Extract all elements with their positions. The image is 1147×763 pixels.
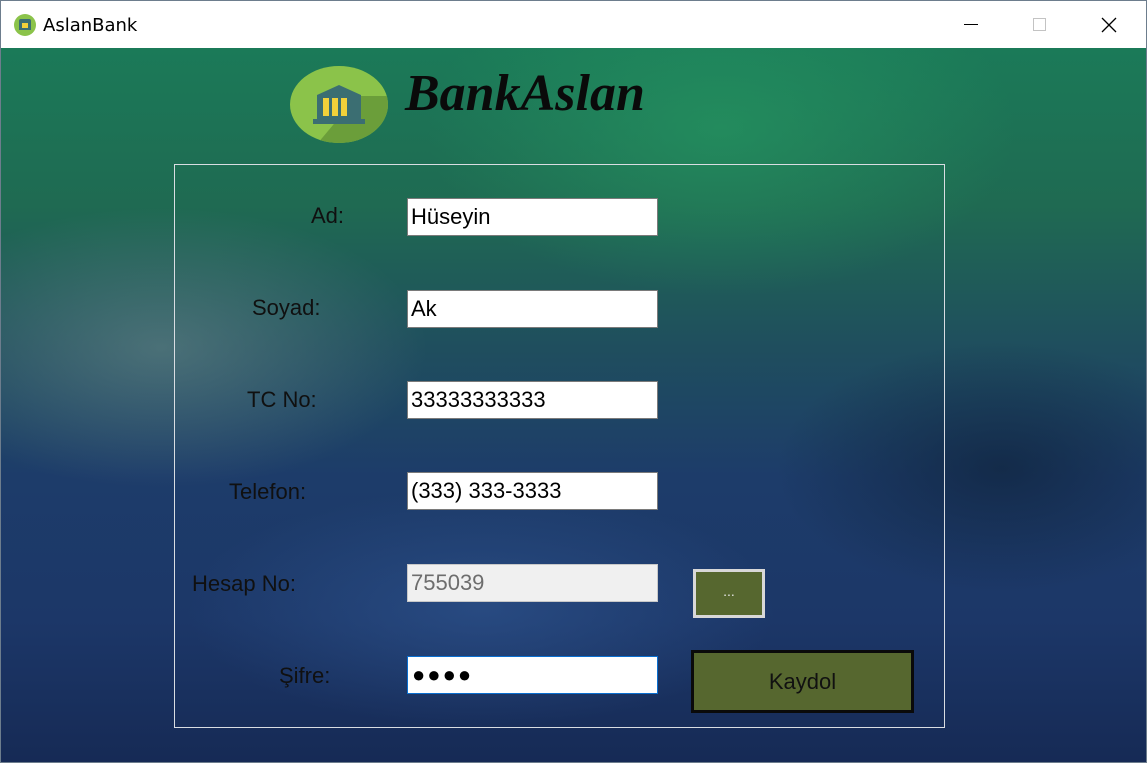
telefon-input[interactable]: (333) 333-3333 <box>407 472 658 510</box>
maximize-icon <box>1032 18 1046 31</box>
ad-input[interactable]: Hüseyin <box>407 198 658 236</box>
title-bar[interactable]: AslanBank <box>1 1 1146 48</box>
registration-group-box <box>174 164 945 728</box>
hesap-no-label: Hesap No: <box>192 571 296 596</box>
bank-logo-icon <box>290 66 388 143</box>
soyad-input[interactable]: Ak <box>407 290 658 328</box>
close-icon <box>1101 17 1117 32</box>
tc-no-input[interactable]: 33333333333 <box>407 381 658 419</box>
sifre-label: Şifre: <box>279 663 331 688</box>
app-window: AslanBank BankAslan Ad: Hüseyin Soyad: A… <box>0 0 1147 763</box>
minimize-icon <box>964 24 978 25</box>
close-button[interactable] <box>1075 1 1143 48</box>
window-title: AslanBank <box>43 15 138 36</box>
sifre-input[interactable]: ●●●● <box>407 656 658 694</box>
register-button[interactable]: Kaydol <box>691 650 914 713</box>
minimize-button[interactable] <box>937 1 1005 48</box>
ad-label: Ad: <box>311 203 345 228</box>
bank-app-icon <box>14 14 36 36</box>
maximize-button[interactable] <box>1005 1 1073 48</box>
tc-no-label: TC No: <box>247 387 317 412</box>
form-area: BankAslan Ad: Hüseyin Soyad: Ak TC No: 3… <box>1 48 1146 762</box>
brand-title: BankAslan <box>405 65 645 122</box>
hesap-no-input: 755039 <box>407 564 658 602</box>
telefon-label: Telefon: <box>229 479 307 504</box>
generate-account-button[interactable]: ... <box>693 569 765 618</box>
soyad-label: Soyad: <box>252 295 321 320</box>
